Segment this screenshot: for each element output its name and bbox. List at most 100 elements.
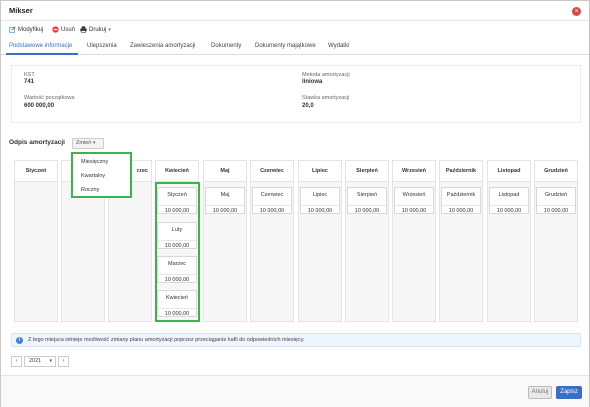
card-month: Listopad [498,192,520,198]
card-amount: 10 000,00 [348,205,386,215]
card-amount: 10 000,00 [253,205,291,215]
month-column [14,160,58,322]
option-yearly[interactable]: Roczny [81,187,99,193]
month-header: Kwiecień [155,160,199,182]
next-year-button[interactable]: › [58,356,69,367]
card-amount: 10 000,00 [490,205,528,215]
card-amount: 10 000,00 [442,205,480,215]
tab-documents[interactable]: Dokumenty [211,43,241,49]
rate-label: Stawka amortyzacji [302,95,350,101]
month-column [534,160,578,322]
kst-value: 741 [24,79,35,85]
title-bar: Mikser × [1,1,589,21]
month-header: Czerwiec [250,160,294,182]
card-month: Grudzień [544,192,568,198]
active-tab-indicator [6,53,78,55]
tab-expenses[interactable]: Wydatki [328,43,349,49]
tab-basic-info[interactable]: Podstawowe informacje [9,43,72,49]
depreciation-card[interactable]: Sierpień 10 000,00 [347,187,387,214]
card-month: Styczeń [167,192,187,198]
year-value: 2021 [29,358,42,364]
chevron-down-icon: ▾ [92,140,96,146]
delete-button[interactable]: Usuń [52,26,75,33]
change-dropdown[interactable]: Zmień ▾ [72,138,104,149]
initial-value-label: Wartość początkowa [24,95,75,101]
depreciation-card[interactable]: Maj 10 000,00 [205,187,245,214]
card-month: Lipiec [312,192,328,198]
depreciation-card[interactable]: Luty 10 000,00 [157,222,197,249]
card-amount: 10 000,00 [158,274,196,284]
notice-text: Z tego miejsca istnieje możliwość zmiany… [28,337,305,343]
month-header: Październik [439,160,483,182]
print-label: Drukuj [89,26,107,33]
card-month: Marzec [167,261,187,267]
card-amount: 10 000,00 [206,205,244,215]
card-month: Kwiecień [165,295,188,301]
card-amount: 10 000,00 [395,205,433,215]
card-amount: 10 000,00 [158,240,196,250]
month-header: Wrzesień [392,160,436,182]
cancel-button[interactable]: Anuluj [528,386,552,399]
window-title: Mikser [9,6,33,15]
month-column [203,160,247,322]
toolbar: Modyfikuj Usuń Drukuj ▾ [1,23,589,38]
dialog-footer: Anuluj Zapisz [1,375,589,407]
card-month: Maj [220,192,230,198]
info-notice: i Z tego miejsca istnieje możliwość zmia… [11,333,581,347]
card-month: Sierpień [356,192,378,198]
depreciation-card[interactable]: Październik 10 000,00 [441,187,481,214]
tab-asset-documents[interactable]: Dokumenty majątkowe [255,43,316,49]
month-column [345,160,389,322]
card-amount: 10 000,00 [301,205,339,215]
info-icon: i [16,337,23,344]
depreciation-card[interactable]: Marzec 10 000,00 [157,256,197,283]
printer-icon [80,26,87,33]
depreciation-card[interactable]: Wrzesień 10 000,00 [394,187,434,214]
card-amount: 10 000,00 [537,205,575,215]
print-button[interactable]: Drukuj ▾ [80,26,111,33]
save-button[interactable]: Zapisz [556,386,582,399]
option-monthly[interactable]: Miesięczny [81,159,108,165]
month-column [487,160,531,322]
rate-value: 20,0 [302,103,314,109]
depreciation-card[interactable]: Kwiecień 10 000,00 [157,290,197,317]
card-month: Luty [171,227,183,233]
asset-info-panel: KST 741 Metoda amortyzacji liniowa Warto… [11,65,581,123]
kst-label: KST [24,72,35,78]
delete-icon [52,26,59,33]
tab-suspensions[interactable]: Zawieszenia amortyzacji [130,43,195,49]
month-header: Lipiec [298,160,342,182]
month-column [392,160,436,322]
month-header: Styczeń [14,160,58,182]
prev-year-button[interactable]: ‹ [11,356,22,367]
initial-value: 600 000,00 [24,103,55,109]
modify-button[interactable]: Modyfikuj [9,26,43,33]
chevron-down-icon: ▾ [108,26,111,33]
month-column [439,160,483,322]
dialog-window: Mikser × Modyfikuj Usuń Drukuj ▾ Podstaw… [0,0,590,407]
modify-label: Modyfikuj [18,26,44,33]
depreciation-card[interactable]: Styczeń 10 000,00 [157,187,197,214]
card-month: Czerwiec [260,192,284,198]
tab-improvements[interactable]: Ulepszenia [87,43,117,49]
period-dropdown-menu: Miesięczny Kwartalny Roczny [71,152,132,198]
close-icon[interactable]: × [572,7,581,16]
card-month: Wrzesień [402,192,426,198]
delete-label: Usuń [61,26,76,33]
method-value: liniowa [302,79,323,85]
depreciation-card[interactable]: Lipiec 10 000,00 [300,187,340,214]
depreciation-card[interactable]: Czerwiec 10 000,00 [252,187,292,214]
edit-icon [9,26,16,33]
month-column [250,160,294,322]
method-label: Metoda amortyzacji [302,72,350,78]
tab-bar: Podstawowe informacje Ulepszenia Zawiesz… [1,39,589,55]
change-label: Zmień [76,140,92,146]
depreciation-label: Odpis amortyzacji [9,139,65,146]
option-quarterly[interactable]: Kwartalny [81,173,105,179]
chevron-down-icon: ▾ [49,358,52,364]
depreciation-card[interactable]: Grudzień 10 000,00 [536,187,576,214]
depreciation-card[interactable]: Listopad 10 000,00 [489,187,529,214]
year-select[interactable]: 2021 ▾ [24,356,56,367]
card-month: Październik [446,192,476,198]
month-column [298,160,342,322]
